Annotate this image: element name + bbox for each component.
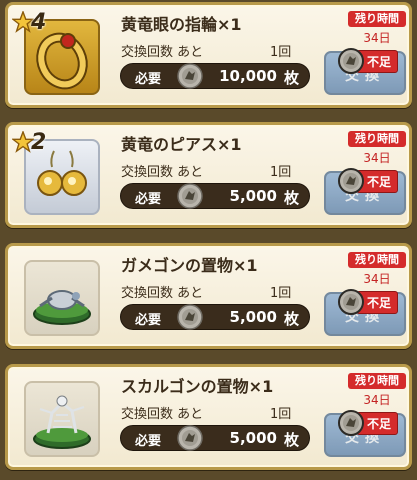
required-cost: 必要 5,000 枚 [120,304,310,330]
required-amount: 5,000 [229,308,277,326]
item-card: 2 黄竜のピアス×1 交換回数 あと 1回 必要 5,000 枚 残り時間 34… [5,122,412,228]
medal-coin-icon [338,289,364,315]
required-amount: 5,000 [229,429,277,447]
medal-coin-icon [177,63,203,89]
required-unit: 枚 [283,189,299,207]
item-card: 4 黄竜眼の指輪×1 交換回数 あと 1回 必要 10,000 枚 残り時間 3… [5,2,412,108]
required-cost: 必要 5,000 枚 [120,183,310,209]
required-label: 必要 [135,434,162,449]
remaining-time-badge: 残り時間 [348,131,406,147]
required-cost: 必要 10,000 枚 [120,63,310,89]
shortage-indicator: 不足 [338,410,399,436]
turtle-figure-icon [33,290,91,325]
required-amount: 10,000 [219,67,277,85]
remaining-days: 34日 [363,393,391,407]
required-label: 必要 [135,192,162,207]
remaining-time-badge: 残り時間 [348,373,406,389]
item-name: スカルゴンの置物×1 [121,377,274,396]
shortage-indicator: 不足 [338,168,399,194]
exchange-count-label: 交換回数 あと [121,165,204,180]
medal-coin-icon [338,410,364,436]
remaining-days: 34日 [363,272,391,286]
item-name: 黄竜のピアス×1 [121,135,242,154]
shortage-indicator: 不足 [338,289,399,315]
rarity-badge: 4 [12,7,46,37]
exchange-count-value: 1回 [270,286,292,301]
item-thumbnail[interactable] [24,381,100,457]
medal-coin-icon [177,425,203,451]
rarity-value: 4 [31,9,47,35]
item-card: スカルゴンの置物×1 交換回数 あと 1回 必要 5,000 枚 残り時間 34… [5,364,412,470]
required-cost: 必要 5,000 枚 [120,425,310,451]
exchange-count-label: 交換回数 あと [121,286,204,301]
exchange-count-label: 交換回数 あと [121,45,204,60]
required-label: 必要 [135,72,162,87]
rarity-badge: 2 [12,127,46,157]
rarity-value: 2 [31,129,47,155]
remaining-time-badge: 残り時間 [348,11,406,27]
exchange-count-label: 交換回数 あと [121,407,204,422]
item-card: ガメゴンの置物×1 交換回数 あと 1回 必要 5,000 枚 残り時間 34日… [5,243,412,349]
item-thumbnail[interactable] [24,260,100,336]
required-unit: 枚 [283,431,299,449]
item-name: ガメゴンの置物×1 [121,256,258,275]
medal-coin-icon [338,168,364,194]
exchange-count-value: 1回 [270,165,292,180]
medal-coin-icon [177,304,203,330]
required-unit: 枚 [283,310,299,328]
item-name: 黄竜眼の指輪×1 [121,15,242,34]
exchange-count-value: 1回 [270,407,292,422]
medal-coin-icon [338,48,364,74]
required-unit: 枚 [283,69,299,87]
required-label: 必要 [135,313,162,328]
required-amount: 5,000 [229,187,277,205]
exchange-count-value: 1回 [270,45,292,60]
remaining-time-badge: 残り時間 [348,252,406,268]
shortage-indicator: 不足 [338,48,399,74]
remaining-days: 34日 [363,151,391,165]
remaining-days: 34日 [363,31,391,45]
skeleton-dragon-figure-icon [33,395,91,449]
medal-coin-icon [177,183,203,209]
